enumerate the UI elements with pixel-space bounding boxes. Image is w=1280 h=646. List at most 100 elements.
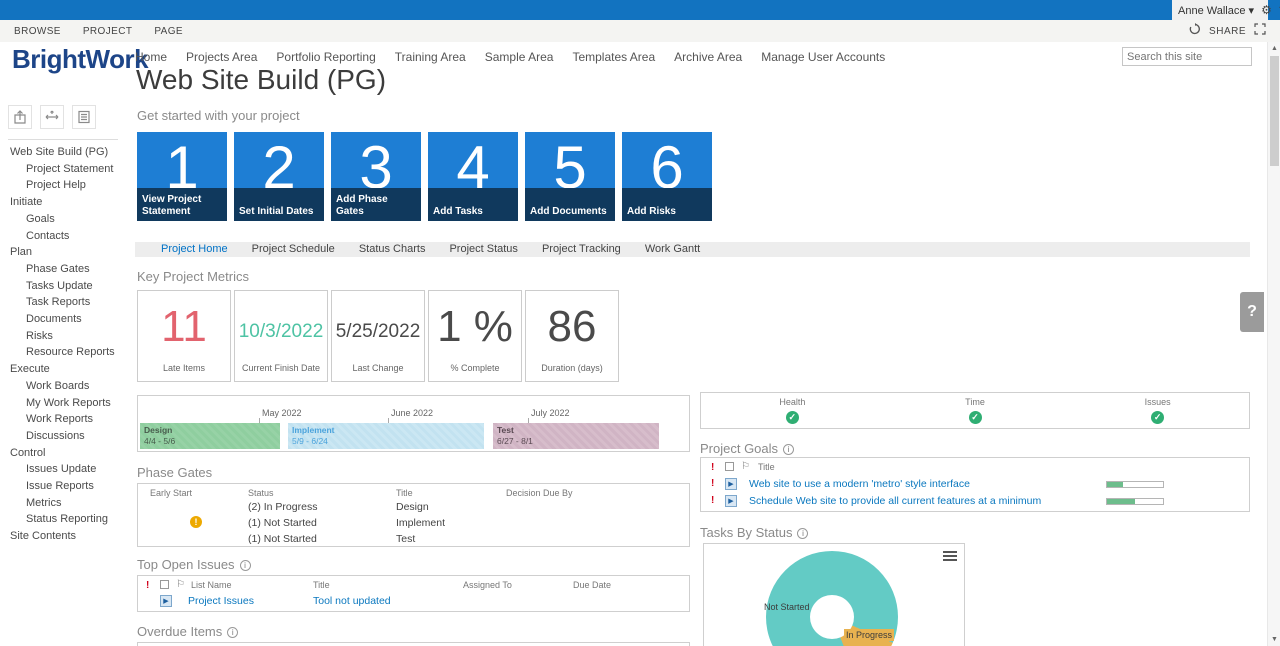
sidebar-item-work-boards[interactable]: Work Boards: [0, 378, 130, 395]
search-input[interactable]: [1123, 50, 1273, 63]
item-play-icon[interactable]: ▶: [725, 478, 737, 490]
sidebar-item-metrics[interactable]: Metrics: [0, 495, 130, 512]
overdue-items-heading: Overdue Items i: [137, 624, 239, 639]
sidebar-item-site-contents[interactable]: Site Contents: [0, 528, 130, 545]
gantt-bar-design[interactable]: Design 4/4 - 5/6: [140, 423, 280, 449]
suite-user-area: Anne Wallace ▾ ⚙ ?: [1172, 0, 1280, 20]
view-tab-strip: Project Home Project Schedule Status Cha…: [135, 242, 1250, 257]
list-icon[interactable]: [72, 105, 96, 129]
sidebar-item-documents[interactable]: Documents: [0, 311, 130, 328]
issue-title-link[interactable]: Tool not updated: [313, 595, 391, 607]
scrollbar-thumb[interactable]: [1270, 56, 1279, 166]
top-open-issues-panel: ! ⚐ List Name Title Assigned To Due Date…: [137, 575, 690, 612]
nav-projects-area[interactable]: Projects Area: [186, 50, 257, 64]
tab-project-schedule[interactable]: Project Schedule: [252, 242, 335, 257]
column-decision-due-by: Decision Due By: [506, 488, 573, 498]
sidebar-item-issue-reports[interactable]: Issue Reports: [0, 478, 130, 495]
indicator-health: Health ✓: [701, 393, 884, 428]
nav-training-area[interactable]: Training Area: [395, 50, 466, 64]
gantt-bar-dates: 5/9 - 6/24: [292, 436, 328, 446]
important-mark: !: [711, 478, 715, 489]
ribbon-tab-browse[interactable]: BROWSE: [14, 26, 61, 37]
info-icon[interactable]: i: [239, 560, 251, 571]
tab-project-tracking[interactable]: Project Tracking: [542, 242, 621, 257]
ribbon-tab-project[interactable]: PROJECT: [83, 26, 132, 37]
tab-project-status[interactable]: Project Status: [449, 242, 517, 257]
sidebar-item-my-work-reports[interactable]: My Work Reports: [0, 395, 130, 412]
sidebar-item-control[interactable]: Control: [0, 445, 130, 462]
sidebar-item-web-site-build[interactable]: Web Site Build (PG): [0, 144, 130, 161]
sidebar-item-phase-gates[interactable]: Phase Gates: [0, 261, 130, 278]
goal-progress-fill: [1107, 482, 1123, 487]
gear-icon[interactable]: ⚙: [1261, 4, 1272, 16]
sidebar-item-execute[interactable]: Execute: [0, 361, 130, 378]
tile-view-project-statement[interactable]: 1 View Project Statement: [137, 132, 227, 221]
page-title: Web Site Build (PG): [136, 64, 387, 95]
promote-icon[interactable]: [8, 105, 32, 129]
nav-templates-area[interactable]: Templates Area: [572, 50, 655, 64]
important-mark: !: [711, 495, 715, 506]
issue-list-name-link[interactable]: Project Issues: [188, 595, 254, 607]
gantt-bar-implement[interactable]: Implement 5/9 - 6/24: [288, 423, 484, 449]
brightwork-logo[interactable]: BrightWork: [12, 44, 149, 75]
nav-sample-area[interactable]: Sample Area: [485, 50, 554, 64]
sidebar-item-status-reporting[interactable]: Status Reporting: [0, 511, 130, 528]
scroll-up-arrow[interactable]: ▲: [1268, 45, 1280, 52]
metric-tiles: 11 Late Items 10/3/2022 Current Finish D…: [137, 290, 619, 382]
scroll-down-arrow[interactable]: ▼: [1268, 636, 1280, 643]
goal-link[interactable]: Web site to use a modern 'metro' style i…: [749, 478, 970, 490]
nav-archive-area[interactable]: Archive Area: [674, 50, 742, 64]
ribbon-bar: BROWSE PROJECT PAGE SHARE: [0, 20, 1280, 42]
tile-label: Add Risks: [627, 206, 676, 217]
info-icon[interactable]: i: [797, 528, 809, 539]
tab-work-gantt[interactable]: Work Gantt: [645, 242, 700, 257]
sidebar-item-risks[interactable]: Risks: [0, 328, 130, 345]
ribbon-tab-page[interactable]: PAGE: [154, 26, 183, 37]
item-play-icon[interactable]: ▶: [160, 595, 172, 607]
select-all-checkbox[interactable]: [160, 580, 169, 589]
chart-menu-icon[interactable]: [943, 551, 957, 563]
sidebar-item-discussions[interactable]: Discussions: [0, 428, 130, 445]
tab-project-home[interactable]: Project Home: [161, 242, 228, 257]
gantt-bar-test[interactable]: Test 6/27 - 8/1: [493, 423, 659, 449]
overdue-items-panel: [137, 642, 690, 646]
tile-add-risks[interactable]: 6 Add Risks: [622, 132, 712, 221]
move-icon[interactable]: [40, 105, 64, 129]
nav-home[interactable]: Home: [135, 50, 167, 64]
sidebar-item-work-reports[interactable]: Work Reports: [0, 411, 130, 428]
indicator-label: Time: [965, 397, 985, 407]
user-menu[interactable]: Anne Wallace ▾: [1178, 4, 1254, 17]
sidebar-item-tasks-update[interactable]: Tasks Update: [0, 278, 130, 295]
select-all-checkbox[interactable]: [725, 462, 734, 471]
info-icon[interactable]: i: [783, 444, 795, 455]
metric-percent-complete: 1 % % Complete: [428, 290, 522, 382]
tile-add-documents[interactable]: 5 Add Documents: [525, 132, 615, 221]
sidebar-item-goals[interactable]: Goals: [0, 211, 130, 228]
tile-set-initial-dates[interactable]: 2 Set Initial Dates: [234, 132, 324, 221]
item-play-icon[interactable]: ▶: [725, 495, 737, 507]
tab-status-charts[interactable]: Status Charts: [359, 242, 426, 257]
sidebar-item-project-help[interactable]: Project Help: [0, 177, 130, 194]
important-column-icon: !: [711, 462, 715, 473]
nav-portfolio-reporting[interactable]: Portfolio Reporting: [276, 50, 375, 64]
sidebar-item-project-statement[interactable]: Project Statement: [0, 161, 130, 178]
sidebar-item-initiate[interactable]: Initiate: [0, 194, 130, 211]
vertical-scrollbar[interactable]: ▲ ▼: [1267, 42, 1280, 646]
sidebar-item-resource-reports[interactable]: Resource Reports: [0, 344, 130, 361]
help-flyout-tab[interactable]: ?: [1240, 292, 1264, 332]
goal-link[interactable]: Schedule Web site to provide all current…: [749, 495, 1041, 507]
info-icon[interactable]: i: [227, 627, 239, 638]
column-status: Status: [248, 488, 274, 498]
share-button[interactable]: SHARE: [1209, 26, 1246, 37]
tile-add-phase-gates[interactable]: 3 Add Phase Gates: [331, 132, 421, 221]
sidebar-item-task-reports[interactable]: Task Reports: [0, 294, 130, 311]
tile-label: Add Tasks: [433, 206, 483, 217]
tile-add-tasks[interactable]: 4 Add Tasks: [428, 132, 518, 221]
sidebar-item-contacts[interactable]: Contacts: [0, 228, 130, 245]
sidebar-item-issues-update[interactable]: Issues Update: [0, 461, 130, 478]
gate-status: (1) Not Started: [248, 533, 317, 545]
sidebar-item-plan[interactable]: Plan: [0, 244, 130, 261]
metric-last-change: 5/25/2022 Last Change: [331, 290, 425, 382]
focus-mode-icon[interactable]: [1254, 22, 1266, 40]
nav-manage-user-accounts[interactable]: Manage User Accounts: [761, 50, 885, 64]
